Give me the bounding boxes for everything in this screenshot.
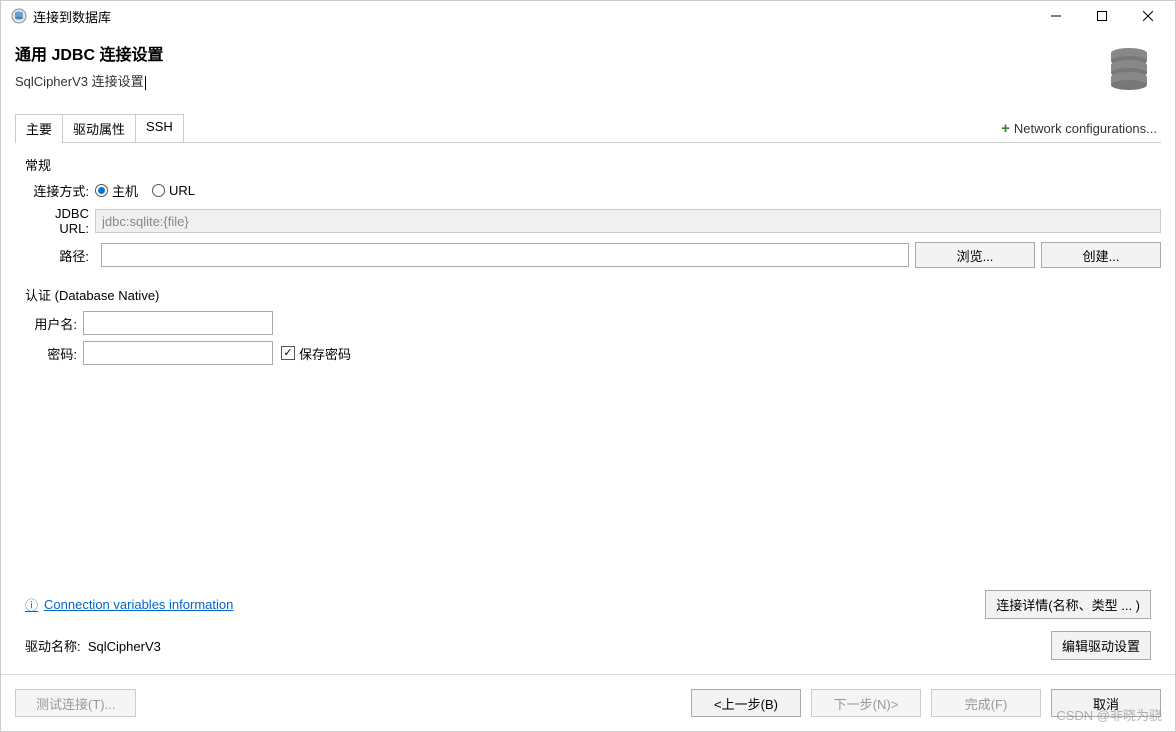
username-input[interactable] [83,311,273,335]
connection-variables-info-link[interactable]: ⓘ Connection variables information [25,595,233,614]
maximize-button[interactable] [1079,1,1125,31]
page-header: 通用 JDBC 连接设置 SqlCipherV3 连接设置 [1,31,1175,102]
password-input[interactable] [83,341,273,365]
path-input[interactable] [101,243,909,267]
username-label: 用户名: [25,314,83,333]
password-label: 密码: [25,344,83,363]
tab-ssh[interactable]: SSH [135,114,184,142]
finish-button[interactable]: 完成(F) [931,689,1041,717]
page-subtitle: SqlCipherV3 连接设置 [15,71,163,90]
minimize-button[interactable] [1033,1,1079,31]
connection-details-button[interactable]: 连接详情(名称、类型 ... ) [985,590,1151,619]
page-title: 通用 JDBC 连接设置 [15,41,163,65]
radio-url[interactable]: URL [152,183,195,198]
database-icon [1105,45,1153,93]
cancel-button[interactable]: 取消 [1051,689,1161,717]
radio-host[interactable]: 主机 [95,181,138,200]
plus-icon: + [1001,120,1010,137]
titlebar-text: 连接到数据库 [33,7,1033,26]
driver-name-label: 驱动名称: SqlCipherV3 [25,636,161,655]
section-general-title: 常规 [25,155,1161,174]
tab-bar: 主要 驱动属性 SSH + Network configurations... [15,114,1161,143]
titlebar: 连接到数据库 [1,1,1175,31]
app-icon [11,8,27,24]
footer: 测试连接(T)... <上一步(B) 下一步(N)> 完成(F) 取消 [1,674,1175,731]
connection-type-label: 连接方式: [25,181,95,200]
edit-driver-settings-button[interactable]: 编辑驱动设置 [1051,631,1151,660]
form-area: 常规 连接方式: 主机 URL JDBC URL: 路径: 浏览... 创建..… [1,143,1175,674]
browse-button[interactable]: 浏览... [915,242,1035,268]
save-password-checkbox[interactable]: ✓ 保存密码 [281,344,351,363]
tab-driver-properties[interactable]: 驱动属性 [62,114,136,142]
jdbc-url-label: JDBC URL: [25,206,95,236]
info-icon: ⓘ [25,595,38,614]
network-configurations-link[interactable]: + Network configurations... [1001,120,1161,137]
create-button[interactable]: 创建... [1041,242,1161,268]
next-button[interactable]: 下一步(N)> [811,689,921,717]
tab-main[interactable]: 主要 [15,114,63,142]
path-label: 路径: [25,246,95,265]
section-auth-title: 认证 (Database Native) [25,285,1161,304]
test-connection-button[interactable]: 测试连接(T)... [15,689,136,717]
back-button[interactable]: <上一步(B) [691,689,801,717]
jdbc-url-input[interactable] [95,209,1161,233]
close-button[interactable] [1125,1,1171,31]
